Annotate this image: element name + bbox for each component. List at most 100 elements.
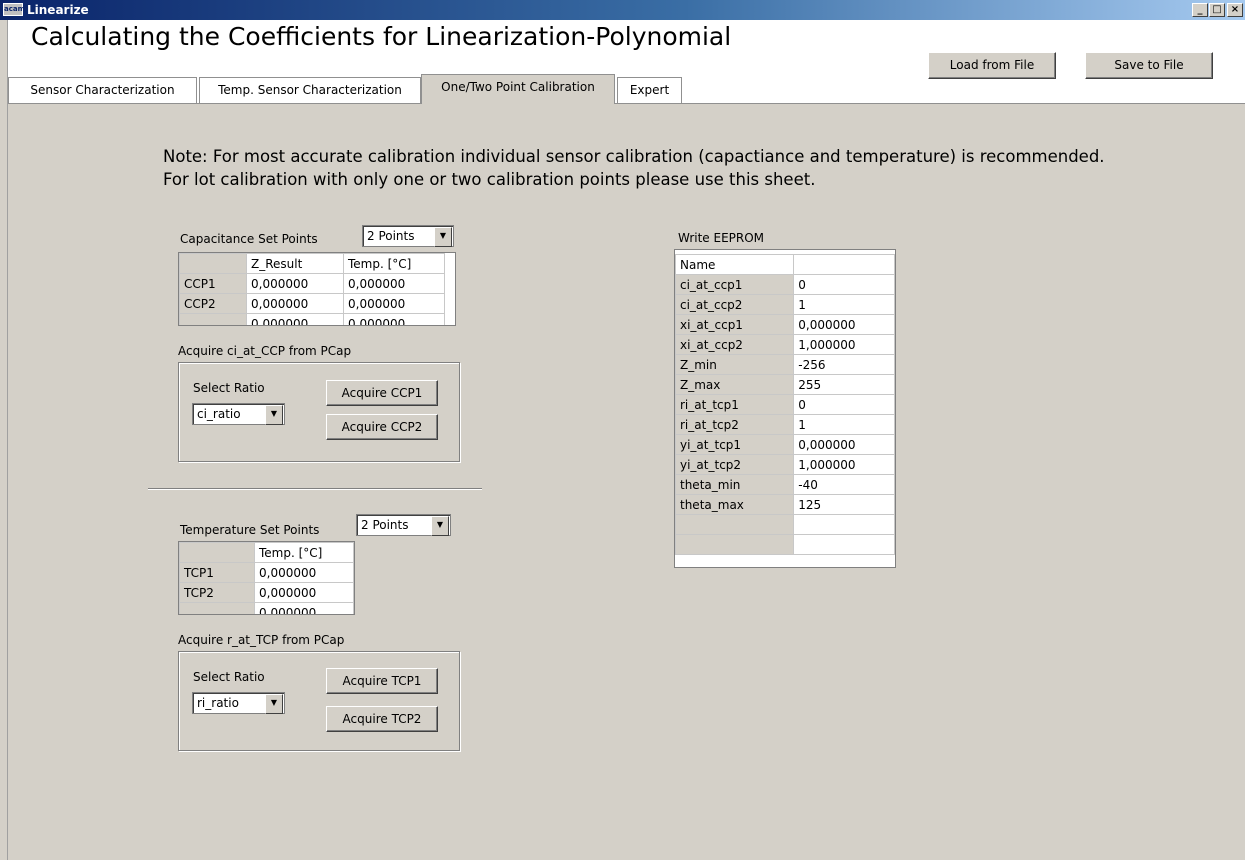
row-header: TCP1 bbox=[179, 562, 255, 583]
eeprom-value-cell[interactable]: 0 bbox=[793, 394, 895, 415]
eeprom-value-cell[interactable]: 1,000000 bbox=[793, 454, 895, 475]
ci-ratio-select[interactable]: ci_ratio ▼ bbox=[192, 403, 285, 425]
table-row[interactable]: yi_at_tcp2 1,000000 bbox=[675, 454, 895, 475]
table-cell[interactable]: 0,000000 bbox=[246, 293, 344, 314]
table-row[interactable]: ci_at_ccp2 1 bbox=[675, 294, 895, 315]
eeprom-value-cell[interactable]: 1 bbox=[793, 414, 895, 435]
tab-one-two-point-calibration[interactable]: One/Two Point Calibration bbox=[421, 74, 615, 104]
table-header-cell bbox=[179, 253, 247, 274]
acquire-tcp1-button[interactable]: Acquire TCP1 bbox=[326, 668, 438, 694]
eeprom-value-cell[interactable] bbox=[793, 514, 895, 535]
page-title: Calculating the Coefficients for Lineari… bbox=[31, 22, 732, 51]
left-frame bbox=[0, 20, 8, 860]
table-row[interactable] bbox=[675, 514, 895, 535]
save-to-file-button[interactable]: Save to File bbox=[1085, 52, 1213, 79]
table-row[interactable]: CCP1 0,000000 0,000000 bbox=[179, 273, 445, 294]
close-button[interactable]: × bbox=[1227, 3, 1243, 17]
table-row[interactable]: yi_at_tcp1 0,000000 bbox=[675, 434, 895, 455]
tab-sensor-characterization[interactable]: Sensor Characterization bbox=[8, 77, 197, 103]
table-row[interactable]: ri_at_tcp2 1 bbox=[675, 414, 895, 435]
table-cell[interactable]: 0,000000 bbox=[246, 273, 344, 294]
eeprom-value-cell[interactable]: 125 bbox=[793, 494, 895, 515]
eeprom-name-cell: yi_at_tcp2 bbox=[675, 454, 795, 475]
minimize-button[interactable]: _ bbox=[1192, 3, 1208, 17]
eeprom-value-cell[interactable]: 255 bbox=[793, 374, 895, 395]
table-cell[interactable]: 0,000000 bbox=[246, 313, 344, 325]
row-header: CCP2 bbox=[179, 293, 247, 314]
table-row[interactable]: TCP2 0,000000 bbox=[179, 582, 354, 603]
tab-expert[interactable]: Expert bbox=[617, 77, 682, 103]
table-cell[interactable]: 0,000000 bbox=[343, 313, 445, 325]
acquire-r-group-label: Acquire r_at_TCP from PCap bbox=[178, 633, 345, 647]
chevron-down-icon[interactable]: ▼ bbox=[265, 694, 283, 714]
temperature-points-select[interactable]: 2 Points ▼ bbox=[356, 514, 451, 536]
write-eeprom-label: Write EEPROM bbox=[678, 231, 765, 245]
eeprom-value-cell[interactable]: 0,000000 bbox=[793, 314, 895, 335]
eeprom-value-cell[interactable]: -256 bbox=[793, 354, 895, 375]
table-cell[interactable]: 0,000000 bbox=[343, 293, 445, 314]
acquire-ccp1-button[interactable]: Acquire CCP1 bbox=[326, 380, 438, 406]
table-cell[interactable]: 0,000000 bbox=[254, 602, 354, 614]
eeprom-value-cell[interactable]: 0 bbox=[793, 274, 895, 295]
maximize-button[interactable]: □ bbox=[1209, 3, 1225, 17]
table-row[interactable]: Z_max 255 bbox=[675, 374, 895, 395]
eeprom-name-cell: ci_at_ccp1 bbox=[675, 274, 795, 295]
table-row[interactable]: xi_at_ccp1 0,000000 bbox=[675, 314, 895, 335]
table-header-row: Z_Result Temp. [°C] bbox=[179, 253, 445, 274]
temperature-set-points-label: Temperature Set Points bbox=[180, 523, 320, 537]
chevron-down-icon[interactable]: ▼ bbox=[434, 227, 452, 247]
eeprom-name-cell: theta_min bbox=[675, 474, 795, 495]
app-icon: acam bbox=[3, 3, 25, 16]
load-from-file-button[interactable]: Load from File bbox=[928, 52, 1056, 79]
eeprom-name-cell: xi_at_ccp2 bbox=[675, 334, 795, 355]
eeprom-name-cell bbox=[675, 514, 795, 535]
tab-temp-sensor-characterization[interactable]: Temp. Sensor Characterization bbox=[199, 77, 421, 103]
chevron-down-icon[interactable]: ▼ bbox=[265, 405, 283, 425]
capacitance-set-points-table[interactable]: Z_Result Temp. [°C] CCP1 0,000000 0,0000… bbox=[178, 252, 456, 326]
table-row[interactable]: Z_min -256 bbox=[675, 354, 895, 375]
table-cell[interactable]: 0,000000 bbox=[343, 273, 445, 294]
table-row[interactable]: TCP1 0,000000 bbox=[179, 562, 354, 583]
select-ratio-label: Select Ratio bbox=[193, 670, 265, 684]
eeprom-name-cell: yi_at_tcp1 bbox=[675, 434, 795, 455]
row-header bbox=[179, 602, 255, 614]
table-header-cell bbox=[179, 542, 255, 563]
temperature-points-value: 2 Points bbox=[361, 518, 409, 532]
chevron-down-icon[interactable]: ▼ bbox=[431, 516, 449, 536]
ri-ratio-select[interactable]: ri_ratio ▼ bbox=[192, 692, 285, 714]
eeprom-name-cell: Z_max bbox=[675, 374, 795, 395]
table-row[interactable]: 0,000000 0,000000 bbox=[179, 313, 445, 325]
table-header-cell bbox=[793, 254, 895, 275]
table-row[interactable]: xi_at_ccp2 1,000000 bbox=[675, 334, 895, 355]
eeprom-value-cell[interactable]: 1 bbox=[793, 294, 895, 315]
capacitance-points-select[interactable]: 2 Points ▼ bbox=[362, 225, 454, 247]
ci-ratio-value: ci_ratio bbox=[197, 407, 241, 421]
table-row[interactable]: ri_at_tcp1 0 bbox=[675, 394, 895, 415]
eeprom-value-cell[interactable]: 1,000000 bbox=[793, 334, 895, 355]
table-row[interactable]: 0,000000 bbox=[179, 602, 354, 614]
table-row[interactable]: theta_min -40 bbox=[675, 474, 895, 495]
table-row[interactable] bbox=[675, 534, 895, 555]
section-divider bbox=[148, 488, 482, 490]
capacitance-points-value: 2 Points bbox=[367, 229, 415, 243]
eeprom-name-cell: Z_min bbox=[675, 354, 795, 375]
note-line-2: For lot calibration with only one or two… bbox=[163, 170, 816, 189]
eeprom-name-cell: theta_max bbox=[675, 494, 795, 515]
table-cell[interactable]: 0,000000 bbox=[254, 582, 354, 603]
acquire-ccp2-button[interactable]: Acquire CCP2 bbox=[326, 414, 438, 440]
table-row[interactable]: theta_max 125 bbox=[675, 494, 895, 515]
table-header-cell: Temp. [°C] bbox=[254, 542, 354, 563]
eeprom-name-cell: ci_at_ccp2 bbox=[675, 294, 795, 315]
eeprom-value-cell[interactable]: 0,000000 bbox=[793, 434, 895, 455]
acquire-tcp2-button[interactable]: Acquire TCP2 bbox=[326, 706, 438, 732]
eeprom-value-cell[interactable] bbox=[793, 534, 895, 555]
table-cell[interactable]: 0,000000 bbox=[254, 562, 354, 583]
table-row[interactable]: ci_at_ccp1 0 bbox=[675, 274, 895, 295]
temperature-set-points-table[interactable]: Temp. [°C] TCP1 0,000000 TCP2 0,000000 0… bbox=[178, 541, 355, 615]
row-header bbox=[179, 313, 247, 325]
table-row[interactable]: CCP2 0,000000 0,000000 bbox=[179, 293, 445, 314]
row-header: TCP2 bbox=[179, 582, 255, 603]
eeprom-value-cell[interactable]: -40 bbox=[793, 474, 895, 495]
write-eeprom-table[interactable]: Name ci_at_ccp1 0 ci_at_ccp2 1 xi_at_ccp1 0,0… bbox=[674, 249, 896, 568]
eeprom-name-cell bbox=[675, 534, 795, 555]
